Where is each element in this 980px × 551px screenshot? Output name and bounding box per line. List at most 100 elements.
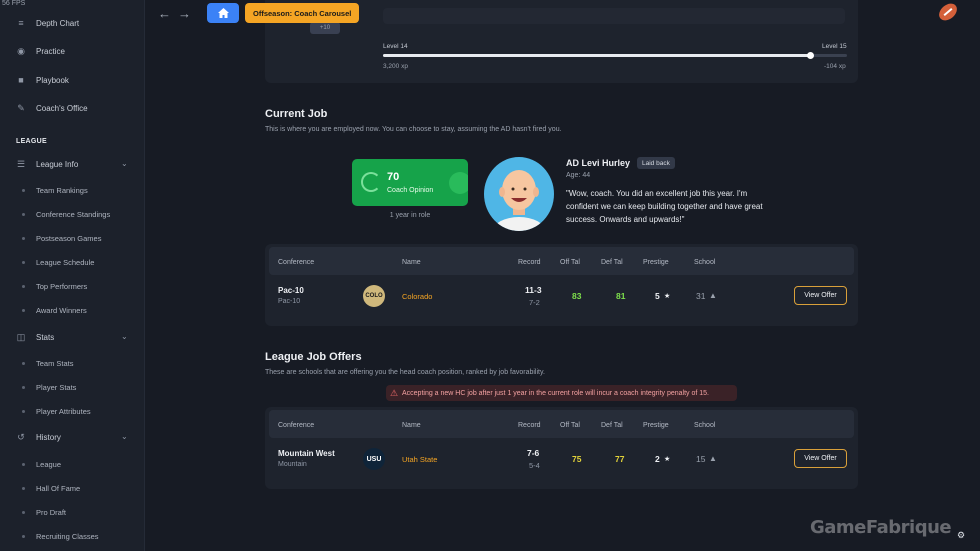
ad-quote: "Wow, coach. You did an excellent job th… bbox=[566, 189, 763, 224]
sidebar-subitem-team-stats[interactable]: Team Stats bbox=[22, 357, 74, 369]
sidebar-subitem-league[interactable]: League bbox=[22, 458, 61, 470]
chevron-down-icon[interactable]: ⌄ bbox=[121, 159, 128, 168]
gear-icon[interactable]: ⚙ bbox=[957, 530, 965, 541]
bullet-icon bbox=[22, 385, 25, 389]
office-icon: ✎ bbox=[17, 102, 25, 113]
sidebar-subitem-label: Hall Of Fame bbox=[36, 483, 81, 493]
warning-text: Accepting a new HC job after just 1 year… bbox=[402, 389, 709, 397]
sidebar-subitem-league-schedule[interactable]: League Schedule bbox=[22, 256, 94, 268]
back-arrow-icon[interactable]: ← bbox=[158, 6, 171, 21]
sidebar-subitem-recruiting-classes[interactable]: Recruiting Classes bbox=[22, 530, 99, 542]
col-off-tal: Off Tal bbox=[560, 422, 580, 429]
sidebar-subitem-label: Recruiting Classes bbox=[36, 531, 99, 541]
bullet-icon bbox=[22, 409, 25, 413]
school-logo: USU bbox=[363, 448, 385, 470]
chevron-down-icon[interactable]: ⌄ bbox=[121, 332, 128, 341]
ad-personality-badge: Laid back bbox=[637, 157, 675, 169]
sidebar-item-label: History bbox=[36, 432, 61, 442]
blurred-header-row bbox=[383, 8, 845, 24]
sidebar-subitem-label: Award Winners bbox=[36, 305, 87, 315]
sidebar-subitem-label: League bbox=[36, 459, 62, 469]
book-icon: ■ bbox=[18, 75, 24, 85]
chevron-down-icon[interactable]: ⌄ bbox=[121, 432, 128, 441]
home-button[interactable] bbox=[207, 3, 239, 23]
ad-name: AD Levi Hurley bbox=[566, 158, 631, 168]
sidebar-item-label: Practice bbox=[36, 46, 65, 56]
opinion-ring-icon bbox=[361, 172, 381, 192]
forward-arrow-icon[interactable]: → bbox=[178, 6, 191, 21]
school-name-link[interactable]: Colorado bbox=[402, 292, 432, 301]
sidebar-subitem-postseason-games[interactable]: Postseason Games bbox=[22, 232, 101, 244]
def-talent: 81 bbox=[616, 291, 626, 301]
prestige-value: 5 bbox=[655, 291, 660, 301]
col-off-tal: Off Tal bbox=[560, 259, 580, 266]
record-conference: 7-2 bbox=[529, 298, 540, 307]
col-name: Name bbox=[402, 422, 421, 429]
sidebar-subitem-label: Player Attributes bbox=[36, 406, 91, 416]
sidebar-subitem-player-attributes[interactable]: Player Attributes bbox=[22, 405, 91, 417]
avatar-illustration bbox=[493, 170, 545, 231]
sidebar-item-label: Stats bbox=[36, 332, 55, 342]
sidebar-subitem-label: Postseason Games bbox=[36, 233, 102, 243]
sidebar-item-history[interactable]: ↺ History bbox=[16, 430, 61, 444]
sidebar-subitem-conference-standings[interactable]: Conference Standings bbox=[22, 208, 110, 220]
off-talent: 75 bbox=[572, 454, 582, 464]
sidebar-item-depth-chart[interactable]: ≡ Depth Chart bbox=[16, 16, 79, 30]
sidebar-item-label: Coach's Office bbox=[36, 103, 88, 113]
sidebar-item-stats[interactable]: ◫ Stats bbox=[16, 330, 55, 344]
sidebar-subitem-label: Pro Draft bbox=[36, 507, 67, 517]
def-talent: 77 bbox=[615, 454, 625, 464]
current-job-table: Conference Name Record Off Tal Def Tal P… bbox=[265, 244, 858, 326]
xp-progress-fill bbox=[383, 54, 810, 57]
sidebar-subitem-pro-draft[interactable]: Pro Draft bbox=[22, 506, 66, 518]
prestige-value: 2 bbox=[655, 454, 660, 464]
warning-triangle-icon: ⚠ bbox=[390, 388, 399, 398]
school-name-link[interactable]: Utah State bbox=[402, 455, 437, 464]
sidebar-subitem-label: Conference Standings bbox=[36, 209, 111, 219]
bullet-icon bbox=[22, 260, 25, 264]
sidebar-subitem-award-winners[interactable]: Award Winners bbox=[22, 304, 87, 316]
sidebar-subitem-team-rankings[interactable]: Team Rankings bbox=[22, 184, 88, 196]
watermark-logo: GameFabrique bbox=[810, 517, 952, 538]
years-in-role: 1 year in role bbox=[389, 212, 431, 219]
star-icon: ★ bbox=[664, 293, 671, 300]
job-offers-description: These are schools that are offering you … bbox=[265, 369, 545, 376]
sidebar-item-label: League Info bbox=[36, 159, 79, 169]
athletic-director-avatar bbox=[484, 157, 554, 231]
sidebar-subitem-player-stats[interactable]: Player Stats bbox=[22, 381, 76, 393]
sidebar-item-label: Depth Chart bbox=[36, 18, 80, 28]
col-conference: Conference bbox=[278, 422, 315, 429]
job-offers-title: League Job Offers bbox=[265, 351, 362, 363]
col-record: Record bbox=[518, 259, 541, 266]
bullet-icon bbox=[22, 510, 25, 514]
star-icon: ★ bbox=[664, 456, 671, 463]
xp-progress-knob bbox=[806, 52, 814, 59]
off-talent: 83 bbox=[572, 291, 582, 301]
sidebar-subitem-top-performers[interactable]: Top Performers bbox=[22, 280, 87, 292]
opinion-value: 70 bbox=[387, 171, 400, 183]
football-logo-icon[interactable] bbox=[935, 0, 961, 24]
database-icon: ◫ bbox=[16, 331, 26, 342]
conference-sub: Pac-10 bbox=[278, 298, 301, 305]
level-to-label: Level 15 bbox=[822, 43, 847, 50]
sidebar-subitem-hall-of-fame[interactable]: Hall Of Fame bbox=[22, 482, 80, 494]
sidebar-item-league-info[interactable]: ☰ League Info bbox=[16, 157, 78, 171]
col-def-tal: Def Tal bbox=[601, 259, 623, 266]
sidebar-item-practice[interactable]: ◉ Practice bbox=[16, 44, 65, 58]
conference-name: Mountain West bbox=[278, 449, 335, 458]
view-offer-button[interactable]: View Offer bbox=[794, 449, 847, 468]
view-offer-button[interactable]: View Offer bbox=[794, 286, 847, 305]
col-school: School bbox=[694, 422, 716, 429]
smiley-icon bbox=[449, 172, 468, 194]
coach-opinion-card: 70 Coach Opinion bbox=[352, 159, 468, 206]
sidebar-subitem-label: Player Stats bbox=[36, 382, 77, 392]
home-icon bbox=[217, 8, 229, 18]
col-conference: Conference bbox=[278, 259, 315, 266]
sidebar-item-coachs-office[interactable]: ✎ Coach's Office bbox=[16, 101, 88, 115]
sidebar-subitem-label: Team Rankings bbox=[36, 185, 88, 195]
bullet-icon bbox=[22, 212, 25, 216]
sidebar-item-playbook[interactable]: ■ Playbook bbox=[16, 73, 69, 87]
table-header: Conference Name Record Off Tal Def Tal P… bbox=[269, 410, 854, 438]
breadcrumb-offseason[interactable]: Offseason: Coach Carousel bbox=[245, 3, 360, 23]
current-job-title: Current Job bbox=[265, 108, 328, 120]
